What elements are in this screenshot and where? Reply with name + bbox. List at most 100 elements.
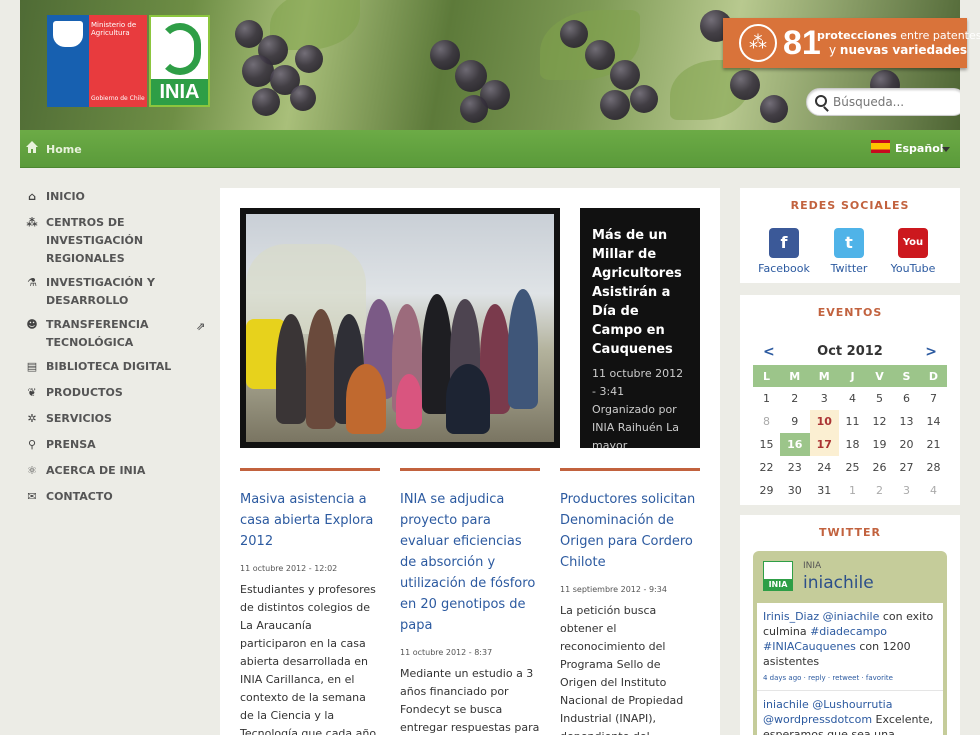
calendar-day: 12 xyxy=(872,415,887,428)
calendar-day: 8 xyxy=(762,415,770,428)
sidebar-item-label: PRODUCTOS xyxy=(46,386,123,399)
inia-logo[interactable]: INIA xyxy=(149,15,210,107)
calendar-day: 29 xyxy=(759,484,774,497)
sidebar-item-contacto[interactable]: ✉ CONTACTO xyxy=(20,488,210,506)
article-title-link[interactable]: INIA se adjudica proyecto para evaluar e… xyxy=(400,489,540,636)
twitter-handle[interactable]: iniachile xyxy=(803,573,874,593)
grape-decoration xyxy=(630,85,658,113)
calendar-day: 25 xyxy=(845,461,860,474)
tweet-list: Irinis_Diaz @iniachile con exito culmina… xyxy=(757,603,943,735)
social-youtube[interactable]: You YouTube xyxy=(883,228,943,275)
article-date: 11 octubre 2012 - 8:37 xyxy=(400,648,493,657)
article-title-link[interactable]: Masiva asistencia a casa abierta Explora… xyxy=(240,489,380,552)
social-facebook[interactable]: f Facebook xyxy=(754,228,814,275)
tweet-hashtag-link[interactable]: #INIACauquenes xyxy=(763,640,856,653)
featured-title[interactable]: Más de un Millar de Agricultores Asistir… xyxy=(592,226,688,359)
sidebar-item-transferencia[interactable]: ☻ TRANSFERENCIA TECNOLÓGICA ⇗ xyxy=(20,316,210,352)
calendar-day: 31 xyxy=(817,484,832,497)
sidebar-item-investigacion[interactable]: ⚗ INVESTIGACIÓN Y DESARROLLO xyxy=(20,274,160,310)
news-article: INIA se adjudica proyecto para evaluar e… xyxy=(400,468,540,735)
tweet-mention-link[interactable]: @Lushourrutia xyxy=(812,698,892,711)
calendar-next-button[interactable]: > xyxy=(925,339,937,365)
weekday-header: M xyxy=(779,365,810,387)
coat-of-arms-icon xyxy=(53,21,83,47)
spain-flag-icon[interactable] xyxy=(871,140,890,153)
breadcrumb-home[interactable]: Home xyxy=(46,143,82,156)
calendar-day: 2 xyxy=(875,484,883,497)
sidebar-nav: ⌂ INICIO ⁂ CENTROS DE INVESTIGACIÓN REGI… xyxy=(20,188,210,506)
protections-banner[interactable]: ⁂ 81 protecciones entre patentes y nueva… xyxy=(723,18,980,68)
sidebar-item-biblioteca[interactable]: ▤ BIBLIOTECA DIGITAL xyxy=(20,358,210,376)
calendar-day: 4 xyxy=(849,392,856,405)
grape-decoration xyxy=(295,45,323,73)
calendar-event-day[interactable]: 10 xyxy=(809,410,840,433)
calendar-header: < Oct 2012 > xyxy=(753,339,947,365)
calendar-month: Oct 2012 xyxy=(817,344,883,359)
calendar-day: 27 xyxy=(899,461,914,474)
gov-logo-title: Ministerio de Agricultura xyxy=(91,21,137,37)
calendar-day: 14 xyxy=(926,415,941,428)
featured-image[interactable] xyxy=(240,208,560,448)
external-link-icon: ⇗ xyxy=(196,320,206,333)
home-icon[interactable] xyxy=(26,141,38,153)
calendar-day: 6 xyxy=(902,392,910,405)
sidebar-item-label: INVESTIGACIÓN Y DESARROLLO xyxy=(46,276,155,307)
sidebar-item-servicios[interactable]: ✲ SERVICIOS xyxy=(20,410,210,428)
inia-avatar[interactable] xyxy=(763,561,793,591)
government-logo[interactable]: Ministerio de Agricultura Gobierno de Ch… xyxy=(47,15,147,107)
sidebar-item-inicio[interactable]: ⌂ INICIO xyxy=(20,188,210,206)
sidebar-item-acerca[interactable]: ⚛ ACERCA DE INIA xyxy=(20,462,210,480)
article-summary: Mediante un estudio a 3 años financiado … xyxy=(400,667,540,734)
calendar-event-day[interactable]: 17 xyxy=(809,433,840,456)
banner-line-2: y nuevas variedades xyxy=(829,43,968,57)
sidebar-item-label: BIBLIOTECA DIGITAL xyxy=(46,360,172,373)
sidebar-item-centros[interactable]: ⁂ CENTROS DE INVESTIGACIÓN REGIONALES xyxy=(20,214,150,268)
sidebar-item-productos[interactable]: ❦ PRODUCTOS xyxy=(20,384,210,402)
chevron-down-icon[interactable] xyxy=(942,147,950,152)
calendar-day: 30 xyxy=(787,484,802,497)
tweet-user-link[interactable]: iniachile xyxy=(763,698,809,711)
language-selector[interactable]: Español xyxy=(895,142,944,155)
search-input[interactable] xyxy=(833,93,960,111)
tweet-actions[interactable]: 4 days ago · reply · retweet · favorite xyxy=(763,671,937,686)
social-twitter[interactable]: t Twitter xyxy=(819,228,879,275)
events-box: EVENTOS < Oct 2012 > L M M J V S D 1 2 3… xyxy=(740,295,960,505)
tweet-user-link[interactable]: Irinis_Diaz xyxy=(763,610,819,623)
grape-decoration xyxy=(290,85,316,111)
grape-decoration xyxy=(252,88,280,116)
featured-date: 11 octubre 2012 - 3:41 xyxy=(592,367,684,398)
person-figure xyxy=(508,289,538,409)
weekday-header: M xyxy=(809,365,840,387)
person-figure xyxy=(346,364,386,434)
network-icon: ⁂ xyxy=(26,216,38,229)
calendar-day: 1 xyxy=(849,484,856,497)
banner-line-1: protecciones entre patentes xyxy=(817,29,980,42)
tweet-mention-link[interactable]: @wordpressdotcom xyxy=(763,713,872,726)
calendar-day: 1 xyxy=(762,392,770,405)
events-title: EVENTOS xyxy=(817,306,883,319)
social-label: YouTube xyxy=(890,262,936,275)
calendar-day: 18 xyxy=(845,438,860,451)
calendar-day: 7 xyxy=(929,392,937,405)
article-date: 11 octubre 2012 - 12:02 xyxy=(240,564,338,573)
calendar-day: 4 xyxy=(929,484,937,497)
facebook-icon: f xyxy=(769,228,799,258)
calendar-day: 3 xyxy=(902,484,910,497)
grape-decoration xyxy=(760,95,788,123)
search-box[interactable] xyxy=(806,88,960,116)
calendar-prev-button[interactable]: < xyxy=(763,339,775,365)
home-icon: ⌂ xyxy=(28,190,36,203)
twitter-org: INIA xyxy=(803,561,822,571)
tweet-mention-link[interactable]: @iniachile xyxy=(823,610,880,623)
calendar-day: 15 xyxy=(759,438,774,451)
calendar-day: 11 xyxy=(845,415,860,428)
sidebar-item-prensa[interactable]: ⚲ PRENSA xyxy=(20,436,210,454)
weekday-header: D xyxy=(919,365,947,387)
grape-decoration xyxy=(610,60,640,90)
tweet-hashtag-link[interactable]: #diadecampo xyxy=(810,625,887,638)
news-article: Masiva asistencia a casa abierta Explora… xyxy=(240,468,380,735)
featured-story[interactable]: Más de un Millar de Agricultores Asistir… xyxy=(580,208,700,448)
grape-decoration xyxy=(585,40,615,70)
article-summary: La petición busca obtener el reconocimie… xyxy=(560,604,684,735)
article-title-link[interactable]: Productores solicitan Denominación de Or… xyxy=(560,489,700,573)
